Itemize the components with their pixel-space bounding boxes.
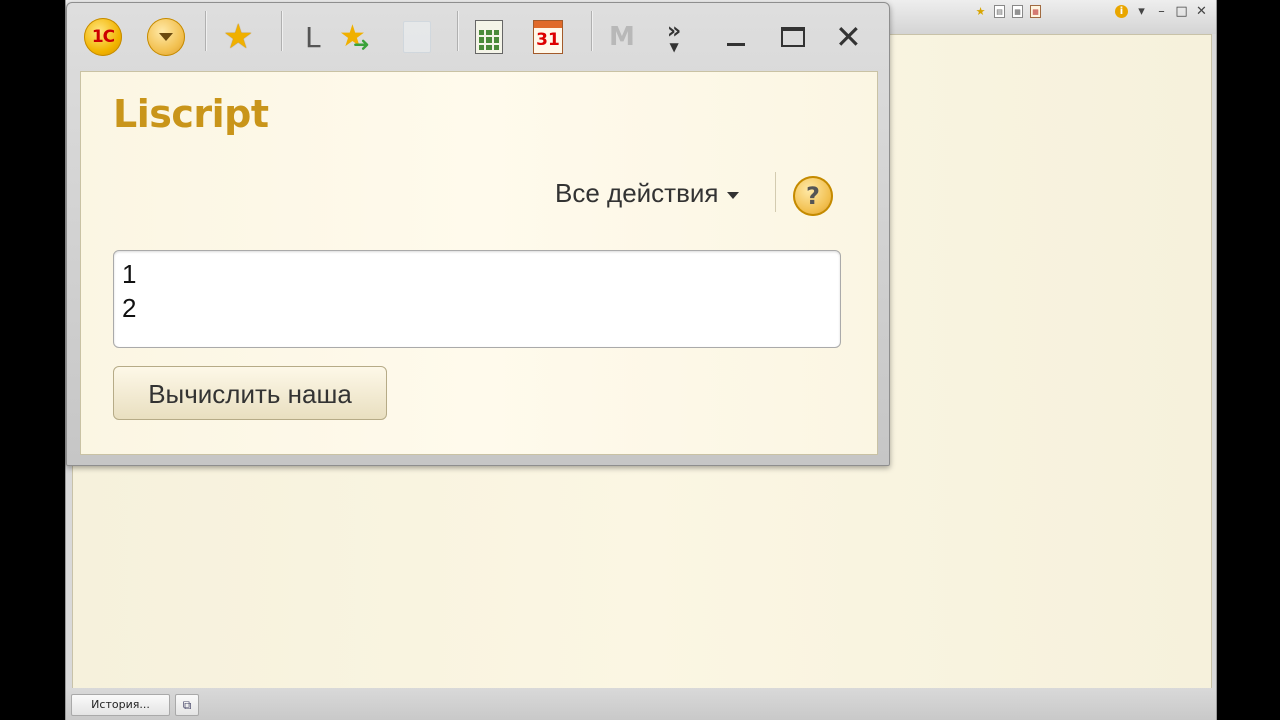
disabled-tool-button[interactable] bbox=[403, 15, 431, 59]
minimize-icon[interactable]: – bbox=[1155, 5, 1168, 18]
star-arrow-icon: ★ ➜ bbox=[339, 19, 370, 56]
minimize-icon bbox=[727, 42, 745, 46]
toolbar-separator bbox=[205, 11, 207, 51]
m-label: M bbox=[609, 22, 635, 52]
form-window: 1С ★ L ★ ➜ 31 M » ▼ ✕ Liscript Все дейст… bbox=[66, 2, 890, 466]
add-favorite-icon[interactable]: ★ bbox=[974, 5, 987, 18]
star-icon: ★ bbox=[223, 17, 254, 57]
1c-logo-icon: 1С bbox=[84, 18, 122, 56]
main-menu-icon bbox=[147, 18, 185, 56]
info-dropdown-icon[interactable]: ▾ bbox=[1135, 5, 1148, 18]
history-letter-button[interactable]: L bbox=[305, 15, 321, 59]
close-icon: ✕ bbox=[835, 18, 862, 56]
maximize-button[interactable] bbox=[781, 15, 805, 59]
disabled-document-icon bbox=[403, 21, 431, 53]
statusbar: История... ⧉ bbox=[66, 688, 1216, 720]
form-toolbar: 1С ★ L ★ ➜ 31 M » ▼ ✕ bbox=[67, 3, 889, 71]
calendar-button[interactable]: 31 bbox=[533, 15, 563, 59]
windows-icon: ⧉ bbox=[182, 698, 192, 712]
main-menu-button[interactable] bbox=[147, 15, 185, 59]
windows-list-button[interactable]: ⧉ bbox=[175, 694, 199, 716]
favorites-button[interactable]: ★ bbox=[223, 15, 253, 59]
calculator-button[interactable] bbox=[475, 15, 503, 59]
expression-textarea[interactable]: 1 2 bbox=[113, 250, 841, 348]
chevron-down-icon bbox=[726, 191, 739, 199]
close-icon[interactable]: ✕ bbox=[1195, 5, 1208, 18]
compute-button[interactable]: Вычислить наша bbox=[113, 366, 387, 420]
toolbar-separator bbox=[457, 11, 459, 51]
more-chevron-icon: » ▼ bbox=[667, 21, 681, 54]
toolbar-separator bbox=[281, 11, 283, 51]
form-title: Liscript bbox=[113, 92, 269, 136]
calculator-small-icon[interactable]: ▦ bbox=[1012, 5, 1023, 18]
letter-l-label: L bbox=[305, 20, 321, 54]
all-actions-menu[interactable]: Все действия bbox=[555, 178, 739, 209]
form-body: Liscript Все действия ? 1 2 Вычислить на… bbox=[80, 71, 878, 455]
minimize-button[interactable] bbox=[727, 15, 745, 59]
logo-button[interactable]: 1С bbox=[84, 15, 122, 59]
history-button[interactable]: История... bbox=[71, 694, 170, 716]
toolbar-separator bbox=[591, 11, 593, 51]
maximize-icon[interactable]: □ bbox=[1175, 5, 1188, 18]
calendar-small-icon[interactable]: ▦ bbox=[1030, 5, 1041, 18]
actions-separator bbox=[775, 172, 776, 212]
add-to-favorites-button[interactable]: ★ ➜ bbox=[339, 15, 370, 59]
more-tools-button[interactable]: » ▼ bbox=[667, 15, 681, 59]
calculator-icon bbox=[475, 20, 503, 54]
help-button[interactable]: ? bbox=[793, 176, 833, 216]
info-icon[interactable]: i bbox=[1115, 5, 1128, 18]
document-icon[interactable]: ▤ bbox=[994, 5, 1005, 18]
all-actions-label: Все действия bbox=[555, 178, 719, 208]
main-toolbar: ★ ▤ ▦ ▦ i ▾ – □ ✕ bbox=[974, 5, 1208, 18]
calendar-icon: 31 bbox=[533, 20, 563, 54]
close-button[interactable]: ✕ bbox=[835, 15, 862, 59]
question-icon: ? bbox=[806, 182, 820, 210]
maximize-icon bbox=[781, 27, 805, 47]
memory-button[interactable]: M bbox=[609, 15, 635, 59]
